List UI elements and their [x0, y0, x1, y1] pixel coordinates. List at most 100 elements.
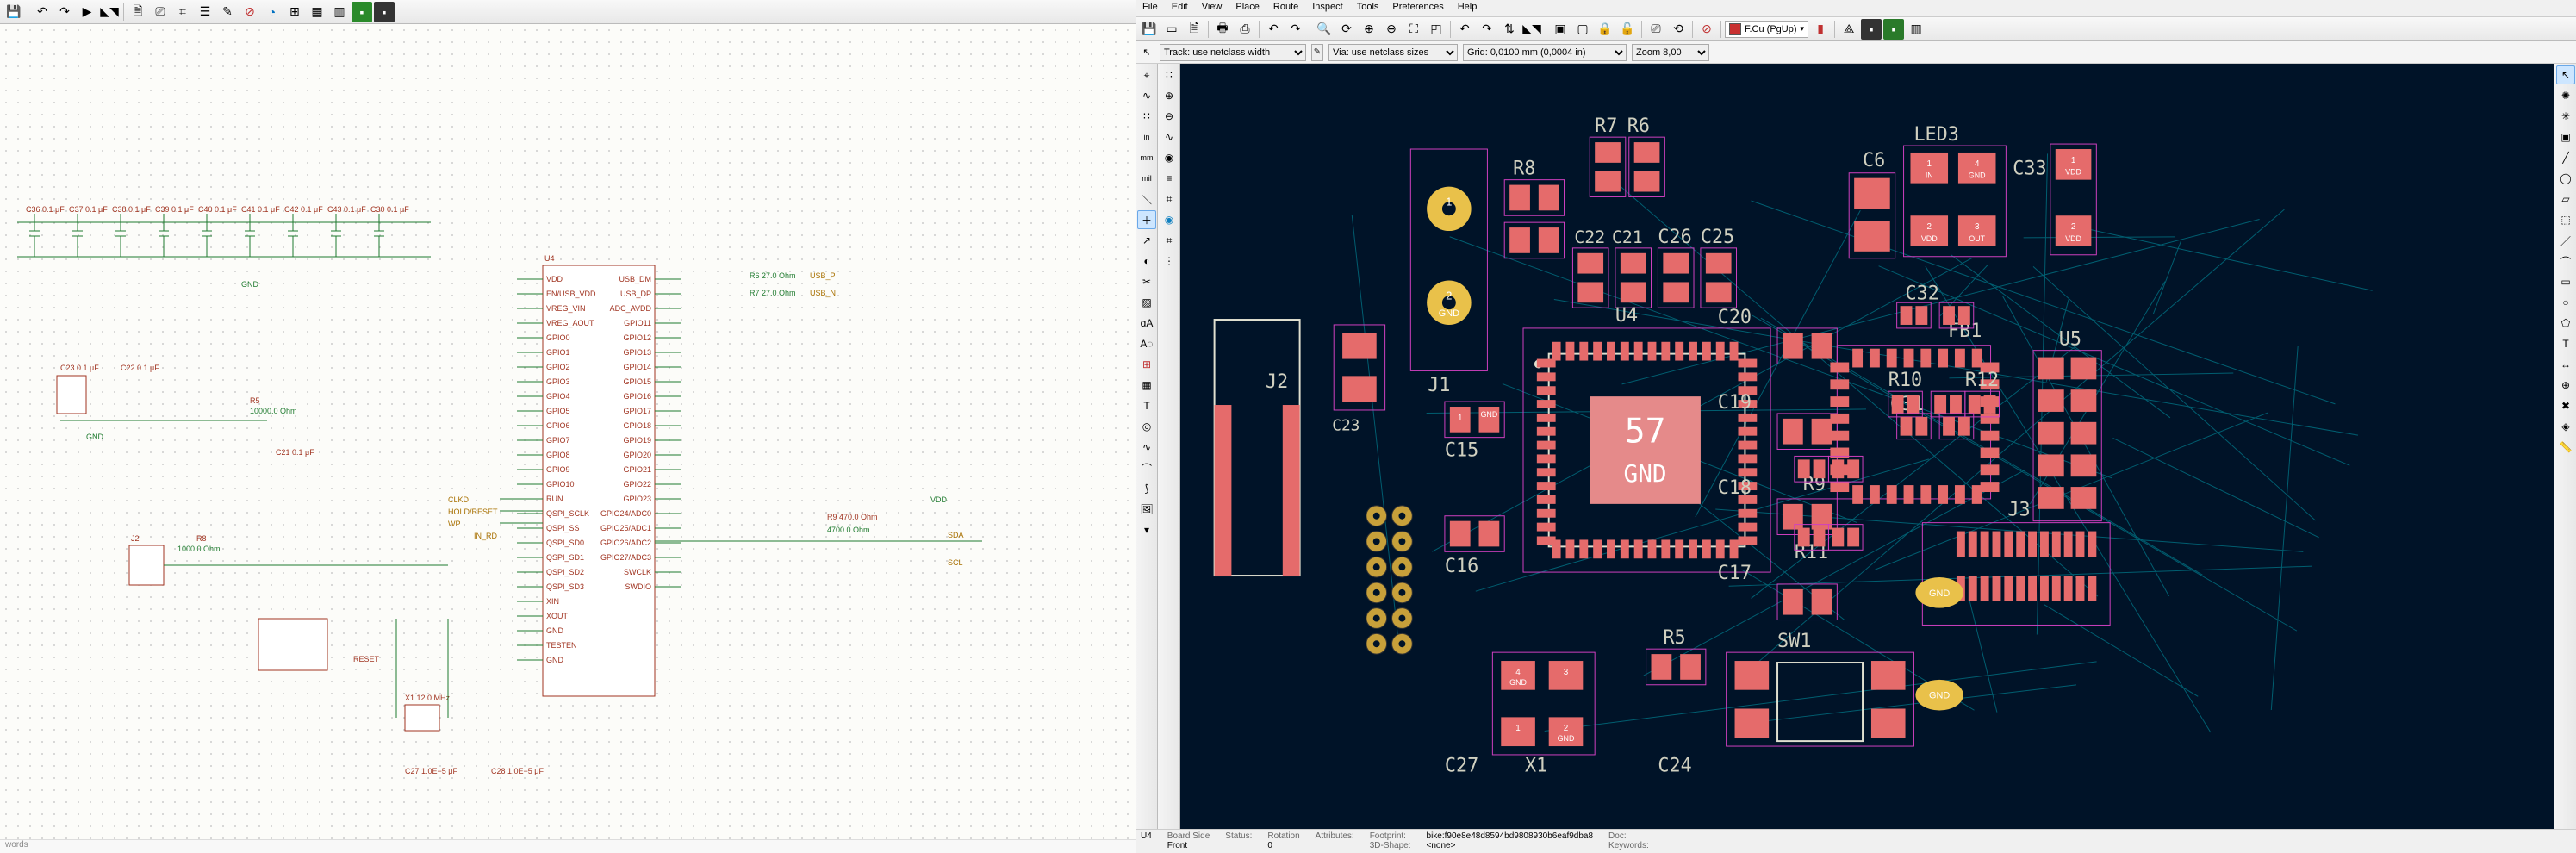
- plot-icon[interactable]: ⎙: [1235, 19, 1255, 40]
- save-icon[interactable]: 💾: [3, 2, 24, 22]
- mil-unit-icon[interactable]: mil: [1137, 169, 1156, 188]
- grid-icon[interactable]: ∷: [1137, 107, 1156, 126]
- flip-icon[interactable]: ✂: [1137, 272, 1156, 291]
- drc-icon[interactable]: ⊞: [1137, 355, 1156, 374]
- drc-icon[interactable]: ⊘: [1696, 19, 1717, 40]
- alt4-icon[interactable]: ◉: [1160, 148, 1179, 167]
- measure-icon[interactable]: 📏: [2556, 438, 2575, 457]
- via-icon[interactable]: ◎: [1137, 417, 1156, 436]
- pcb-canvas[interactable]: J2 J1 1 2 GND C23 R8: [1180, 64, 2554, 829]
- rot-cw-icon[interactable]: ↷: [1477, 19, 1497, 40]
- menu-inspect[interactable]: Inspect: [1305, 0, 1349, 16]
- menu-place[interactable]: Place: [1229, 0, 1266, 16]
- layer-selector[interactable]: F.Cu (PgUp) ▾: [1725, 21, 1808, 38]
- delete-icon[interactable]: ✖: [2556, 396, 2575, 415]
- alt5-icon[interactable]: ≡: [1160, 169, 1179, 188]
- annotate-icon[interactable]: ✎: [217, 2, 238, 22]
- origin-icon[interactable]: ◈: [2556, 417, 2575, 436]
- alt3-icon[interactable]: ∿: [1160, 128, 1179, 146]
- more-icon[interactable]: ▾: [1137, 520, 1156, 539]
- scripting-icon[interactable]: ▪: [1861, 19, 1882, 40]
- contrast-icon[interactable]: ◐: [1137, 252, 1156, 271]
- via-tool-icon[interactable]: ◯: [2556, 169, 2575, 188]
- lock-icon[interactable]: 🔒: [1595, 19, 1615, 40]
- ortho-icon[interactable]: ↗: [1137, 231, 1156, 250]
- netlist-icon[interactable]: ◔: [262, 2, 283, 22]
- footprint-icon[interactable]: ⌗: [172, 2, 193, 22]
- zoom-in-icon[interactable]: ⊕: [1359, 19, 1379, 40]
- rect-tool-icon[interactable]: ▭: [2556, 272, 2575, 291]
- undo-icon[interactable]: ↶: [1263, 19, 1284, 40]
- alt6-icon[interactable]: ⌗: [1160, 190, 1179, 209]
- image-icon[interactable]: 🖼: [1137, 500, 1156, 519]
- undo-icon[interactable]: ↶: [32, 2, 53, 22]
- save-icon[interactable]: 💾: [1139, 19, 1160, 40]
- line-tool-icon[interactable]: ／: [2556, 231, 2575, 250]
- meander-icon[interactable]: ∿: [1137, 438, 1156, 457]
- zoom-redraw-icon[interactable]: ⟳: [1336, 19, 1357, 40]
- menu-edit[interactable]: Edit: [1165, 0, 1195, 16]
- via-size-select[interactable]: Via: use netclass sizes: [1328, 44, 1458, 61]
- in-unit-icon[interactable]: in: [1137, 128, 1156, 146]
- page-icon[interactable]: 🗎: [1184, 19, 1204, 40]
- find-icon[interactable]: 🔍: [1314, 19, 1335, 40]
- arc-tool-icon[interactable]: ⌒: [2556, 252, 2575, 271]
- footprint-tool-icon[interactable]: ▣: [2556, 128, 2575, 146]
- fpedit-icon[interactable]: ⎚: [1646, 19, 1666, 40]
- ratsnest-tool-icon[interactable]: ✺: [2556, 86, 2575, 105]
- mirror-v-icon[interactable]: ⇅: [1499, 19, 1520, 40]
- group-icon[interactable]: ▣: [1550, 19, 1571, 40]
- mirror-h-icon[interactable]: ◣◥: [1521, 19, 1542, 40]
- zoom-out-icon[interactable]: ⊖: [1381, 19, 1402, 40]
- outline-icon[interactable]: ɑA: [1137, 314, 1156, 333]
- console-icon[interactable]: ▪: [1883, 19, 1904, 40]
- route-tool-icon[interactable]: ╱: [2556, 148, 2575, 167]
- arc-icon[interactable]: ⟆: [1137, 479, 1156, 498]
- polar-icon[interactable]: ＼: [1137, 190, 1156, 209]
- menu-route[interactable]: Route: [1266, 0, 1305, 16]
- curve-icon[interactable]: ⌒: [1137, 458, 1156, 477]
- zoom-sel-icon[interactable]: ◰: [1426, 19, 1447, 40]
- poly-tool-icon[interactable]: ⬠: [2556, 314, 2575, 333]
- alt2-icon[interactable]: ⊖: [1160, 107, 1179, 126]
- zoom-select[interactable]: Zoom 8,00: [1632, 44, 1709, 61]
- local-rats-icon[interactable]: ✳: [2556, 107, 2575, 126]
- cursor-icon[interactable]: ↖: [1139, 45, 1154, 60]
- alt-icon[interactable]: ⊕: [1160, 86, 1179, 105]
- symbol-icon[interactable]: ⎚: [150, 2, 171, 22]
- erc-icon[interactable]: ⊘: [240, 2, 260, 22]
- run-icon[interactable]: ▶: [77, 2, 97, 22]
- circle-tool-icon[interactable]: ○: [2556, 293, 2575, 312]
- pcb-icon[interactable]: ▪: [352, 2, 372, 22]
- zonefill-icon[interactable]: ▦: [1137, 376, 1156, 395]
- target-icon[interactable]: ⊕: [2556, 376, 2575, 395]
- redo-icon[interactable]: ↷: [1285, 19, 1306, 40]
- select-tool-icon[interactable]: ↖: [2556, 65, 2575, 84]
- menu-file[interactable]: File: [1136, 0, 1165, 16]
- keepout-icon[interactable]: ⬚: [2556, 210, 2575, 229]
- ungroup-icon[interactable]: ▢: [1572, 19, 1593, 40]
- dim-tool-icon[interactable]: ↔: [2556, 355, 2575, 374]
- tool-icon[interactable]: ▥: [329, 2, 350, 22]
- sheet-icon[interactable]: 🗎: [128, 2, 148, 22]
- menu-help[interactable]: Help: [1451, 0, 1484, 16]
- mm-unit-icon[interactable]: mm: [1137, 148, 1156, 167]
- table-icon[interactable]: ▦: [307, 2, 327, 22]
- show-ratsnest-icon[interactable]: ⌖: [1137, 65, 1156, 84]
- flip-icon[interactable]: ◣◥: [99, 2, 120, 22]
- term-icon[interactable]: ▪: [374, 2, 395, 22]
- bom-icon[interactable]: ☰: [195, 2, 215, 22]
- board-setup-icon[interactable]: ▭: [1161, 19, 1182, 40]
- 3d-icon[interactable]: ⟁: [1839, 19, 1859, 40]
- text-tool-icon[interactable]: T: [2556, 334, 2575, 353]
- track-edit-icon[interactable]: ✎: [1311, 44, 1323, 61]
- alt9-icon[interactable]: ⋮: [1160, 252, 1179, 271]
- track-width-select[interactable]: Track: use netclass width: [1160, 44, 1306, 61]
- layerpair-icon[interactable]: ▮: [1810, 19, 1831, 40]
- zone-tool-icon[interactable]: ▱: [2556, 190, 2575, 209]
- zone-show-icon[interactable]: ▨: [1137, 293, 1156, 312]
- menu-prefs[interactable]: Preferences: [1385, 0, 1450, 16]
- rot-ccw-icon[interactable]: ↶: [1454, 19, 1475, 40]
- alt7-icon[interactable]: ◉: [1160, 210, 1179, 229]
- menu-view[interactable]: View: [1195, 0, 1229, 16]
